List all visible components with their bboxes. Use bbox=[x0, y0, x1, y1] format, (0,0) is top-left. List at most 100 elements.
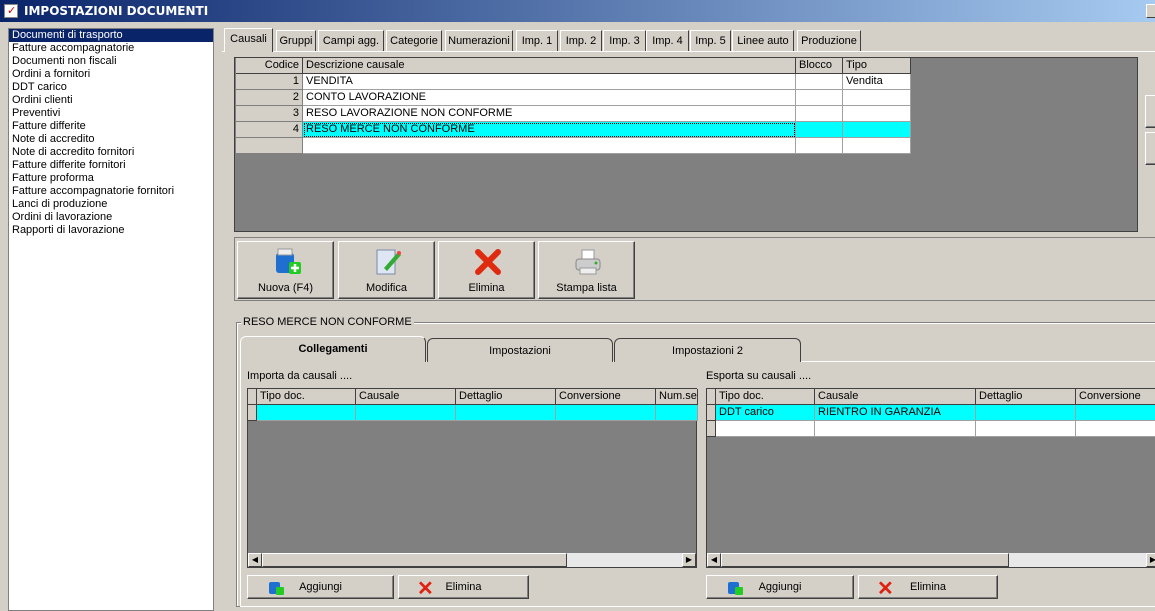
import-grid[interactable]: Tipo doc. Causale Dettaglio Conversione Num.… bbox=[247, 388, 698, 568]
sidebar-item[interactable]: Preventivi bbox=[9, 107, 213, 120]
subtab-impostazioni-2[interactable]: Impostazioni 2 bbox=[614, 338, 801, 362]
table-cell[interactable] bbox=[976, 421, 1076, 437]
import-delete-button[interactable]: ✕ Elimina bbox=[398, 575, 529, 600]
sidebar-item[interactable]: Fatture differite fornitori bbox=[9, 159, 213, 172]
sidebar-item[interactable]: DDT carico bbox=[9, 81, 213, 94]
row-header[interactable]: 2 bbox=[236, 90, 303, 106]
table-cell[interactable] bbox=[556, 405, 656, 421]
horizontal-scrollbar[interactable]: ◀ ▶ bbox=[248, 552, 696, 567]
delete-button[interactable]: Elimina bbox=[438, 241, 535, 299]
table-cell[interactable] bbox=[796, 122, 843, 138]
scrollbar-thumb[interactable] bbox=[262, 553, 567, 567]
edit-button[interactable]: Modifica bbox=[338, 241, 435, 299]
window-title: IMPOSTAZIONI DOCUMENTI bbox=[0, 0, 1155, 22]
column-header: Num.se bbox=[656, 389, 698, 405]
scroll-right-button[interactable]: ▶ bbox=[1146, 553, 1155, 567]
column-header: Dettaglio bbox=[976, 389, 1076, 405]
table-cell[interactable] bbox=[356, 405, 456, 421]
sidebar-item[interactable]: Ordini clienti bbox=[9, 94, 213, 107]
sidebar-item[interactable]: Ordini di lavorazione bbox=[9, 211, 213, 224]
tab-causali[interactable]: Causali bbox=[224, 28, 273, 52]
row-header[interactable]: 1 bbox=[236, 74, 303, 90]
window-control-button[interactable] bbox=[1146, 4, 1155, 18]
export-add-button[interactable]: Aggiungi bbox=[706, 575, 854, 599]
new-button[interactable]: Nuova (F4) bbox=[237, 241, 334, 299]
subtab-collegamenti[interactable]: Collegamenti bbox=[240, 336, 426, 362]
sidebar-item[interactable]: Documenti non fiscali bbox=[9, 55, 213, 68]
table-cell[interactable] bbox=[257, 405, 356, 421]
sidebar-item[interactable]: Documenti di trasporto bbox=[9, 29, 213, 42]
print-list-button[interactable]: Stampa lista bbox=[538, 241, 635, 299]
app-icon bbox=[4, 4, 18, 18]
table-cell[interactable] bbox=[843, 90, 911, 106]
side-scroll-button[interactable] bbox=[1145, 95, 1155, 128]
tab-imp-4[interactable]: Imp. 4 bbox=[646, 30, 689, 51]
tab-produzione[interactable]: Produzione bbox=[797, 30, 861, 51]
tab-campi-agg[interactable]: Campi agg. bbox=[318, 30, 384, 51]
sidebar-item[interactable]: Fatture accompagnatorie bbox=[9, 42, 213, 55]
sidebar-item[interactable]: Note di accredito bbox=[9, 133, 213, 146]
import-label: Importa da causali .... bbox=[247, 370, 353, 382]
table-cell[interactable] bbox=[843, 138, 911, 154]
sidebar-item[interactable]: Rapporti di lavorazione bbox=[9, 224, 213, 237]
row-header[interactable] bbox=[236, 138, 303, 154]
table-cell[interactable]: RIENTRO IN GARANZIA bbox=[815, 405, 976, 421]
table-cell[interactable]: RESO MERCE NON CONFORME bbox=[303, 122, 796, 138]
table-cell[interactable]: VENDITA bbox=[303, 74, 796, 90]
tab-imp-1[interactable]: Imp. 1 bbox=[516, 30, 558, 51]
export-delete-button[interactable]: ✕ Elimina bbox=[858, 575, 998, 600]
table-cell[interactable]: DDT carico bbox=[716, 405, 815, 421]
table-cell[interactable]: RESO LAVORAZIONE NON CONFORME bbox=[303, 106, 796, 122]
row-header[interactable]: 4 bbox=[236, 122, 303, 138]
row-indicator[interactable] bbox=[707, 421, 716, 437]
table-cell[interactable] bbox=[815, 421, 976, 437]
table-cell[interactable] bbox=[843, 122, 911, 138]
table-cell[interactable] bbox=[1076, 405, 1155, 421]
table-cell[interactable] bbox=[796, 74, 843, 90]
table-cell[interactable] bbox=[456, 405, 556, 421]
table-cell[interactable] bbox=[796, 106, 843, 122]
scroll-right-button[interactable]: ▶ bbox=[682, 553, 696, 567]
row-header[interactable]: 3 bbox=[236, 106, 303, 122]
table-cell[interactable] bbox=[796, 138, 843, 154]
tab-imp-3[interactable]: Imp. 3 bbox=[603, 30, 646, 51]
import-add-button[interactable]: Aggiungi bbox=[247, 575, 394, 599]
export-label: Esporta su causali .... bbox=[706, 370, 812, 382]
table-cell[interactable] bbox=[843, 106, 911, 122]
side-scroll-button[interactable] bbox=[1145, 132, 1155, 165]
tab-gruppi[interactable]: Gruppi bbox=[276, 30, 316, 51]
tab-linee-auto[interactable]: Linee auto bbox=[732, 30, 794, 51]
row-indicator[interactable] bbox=[248, 405, 257, 421]
tab-imp-5[interactable]: Imp. 5 bbox=[690, 30, 731, 51]
new-document-icon bbox=[273, 248, 301, 276]
tab-numerazioni[interactable]: Numerazioni bbox=[445, 30, 513, 51]
column-header: Blocco bbox=[796, 58, 843, 74]
sidebar-item[interactable]: Fatture differite bbox=[9, 120, 213, 133]
table-cell[interactable] bbox=[976, 405, 1076, 421]
table-cell[interactable] bbox=[716, 421, 815, 437]
row-indicator[interactable] bbox=[707, 405, 716, 421]
sidebar-item[interactable]: Fatture accompagnatorie fornitori bbox=[9, 185, 213, 198]
causali-grid[interactable]: Codice Descrizione causale Blocco Tipo 1 VEND… bbox=[234, 57, 1138, 232]
table-cell[interactable] bbox=[1076, 421, 1155, 437]
subtab-impostazioni[interactable]: Impostazioni bbox=[427, 338, 613, 362]
column-header: Tipo doc. bbox=[257, 389, 356, 405]
tab-categorie[interactable]: Categorie bbox=[386, 30, 442, 51]
table-cell[interactable]: CONTO LAVORAZIONE bbox=[303, 90, 796, 106]
sidebar-item[interactable]: Note di accredito fornitori bbox=[9, 146, 213, 159]
horizontal-scrollbar[interactable]: ◀ ▶ bbox=[707, 552, 1155, 567]
table-cell[interactable] bbox=[796, 90, 843, 106]
table-cell[interactable] bbox=[303, 138, 796, 154]
sidebar-item[interactable]: Fatture proforma bbox=[9, 172, 213, 185]
document-type-list[interactable]: Documenti di trasporto Fatture accompagna… bbox=[8, 28, 214, 611]
table-cell[interactable]: Vendita bbox=[843, 74, 911, 90]
sidebar-item[interactable]: Ordini a fornitori bbox=[9, 68, 213, 81]
scroll-left-button[interactable]: ◀ bbox=[707, 553, 721, 567]
table-cell[interactable] bbox=[656, 405, 698, 421]
sidebar-item[interactable]: Lanci di produzione bbox=[9, 198, 213, 211]
export-grid[interactable]: Tipo doc. Causale Dettaglio Conversione DDT … bbox=[706, 388, 1155, 568]
tab-imp-2[interactable]: Imp. 2 bbox=[560, 30, 602, 51]
column-header: Causale bbox=[815, 389, 976, 405]
scroll-left-button[interactable]: ◀ bbox=[248, 553, 262, 567]
scrollbar-thumb[interactable] bbox=[721, 553, 1009, 567]
